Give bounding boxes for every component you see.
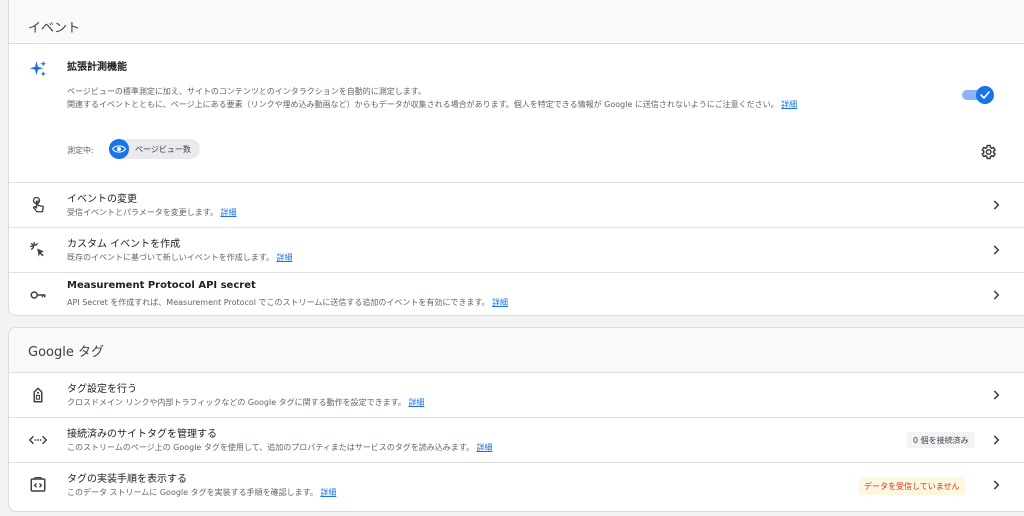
toggle-knob: [976, 86, 994, 104]
row-measurement-protocol[interactable]: Measurement Protocol API secret API Secr…: [9, 273, 1024, 315]
learn-more-link[interactable]: 詳細: [277, 253, 293, 262]
enhanced-measurement-learn-more-link[interactable]: 詳細: [781, 100, 797, 109]
row-create-custom-event[interactable]: カスタム イベントを作成 既存のイベントに基づいて新しいイベントを作成します。 …: [9, 228, 1024, 273]
row-title: タグの実装手順を表示する: [67, 474, 187, 485]
row-desc-text: 既存のイベントに基づいて新しいイベントを作成します。: [67, 253, 274, 262]
enhanced-measurement-toggle[interactable]: [962, 86, 996, 104]
tag-icon: [33, 387, 43, 403]
google-tag-section-title: Google タグ: [9, 328, 1024, 373]
row-desc-text: 受信イベントとパラメータを変更します。: [67, 208, 218, 217]
row-desc: 既存のイベントに基づいて新しいイベントを作成します。 詳細: [67, 252, 293, 263]
chevron-right-icon: [993, 390, 1000, 400]
row-title: タグ設定を行う: [67, 384, 137, 395]
enhanced-measurement-desc-2: 関連するイベントとともに、ページ上にある要素（リンクや埋め込み動画など）からもデ…: [67, 99, 797, 110]
learn-more-link[interactable]: 詳細: [408, 398, 424, 407]
chevron-right-icon: [993, 435, 1000, 445]
gear-icon[interactable]: [979, 143, 997, 161]
row-modify-events[interactable]: イベントの変更 受信イベントとパラメータを変更します。 詳細: [9, 183, 1024, 228]
row-title: イベントの変更: [67, 194, 137, 205]
events-section-title: イベント: [9, 0, 1024, 44]
eye-icon: [109, 139, 129, 159]
no-data-status-badge: データを受信していません: [859, 477, 965, 495]
row-configure-tag[interactable]: タグ設定を行う クロスドメイン リンクや内部トラフィックなどの Google タ…: [9, 373, 1024, 418]
sparkle-icon: [29, 60, 47, 77]
enhanced-measurement-title: 拡張計測機能: [67, 62, 127, 73]
key-icon: [30, 291, 46, 299]
touch-icon: [32, 196, 44, 213]
row-desc-text: クロスドメイン リンクや内部トラフィックなどの Google タグに関する動作を…: [67, 398, 406, 407]
row-desc-text: このストリームのページ上の Google タグを使用して、追加のプロパティまたは…: [67, 443, 474, 452]
click-sparkle-icon: [29, 241, 44, 257]
row-manage-connected-tags[interactable]: 接続済みのサイトタグを管理する このストリームのページ上の Google タグを…: [9, 418, 1024, 463]
enhanced-measurement-desc-2-text: 関連するイベントとともに、ページ上にある要素（リンクや埋め込み動画など）からもデ…: [67, 100, 779, 109]
row-view-tag-instructions[interactable]: タグの実装手順を表示する このデータ ストリームに Google タグを実装する…: [9, 463, 1024, 507]
learn-more-link[interactable]: 詳細: [477, 443, 493, 452]
google-tag-card: Google タグ タグ設定を行う クロスドメイン リンクや内部トラフィックなど…: [8, 327, 1024, 512]
check-icon: [980, 91, 990, 99]
events-card: イベント 拡張計測機能 ページビューの標準測定に加え、サイトのコンテンツとのイン…: [8, 0, 1024, 316]
row-desc: クロスドメイン リンクや内部トラフィックなどの Google タグに関する動作を…: [67, 397, 424, 408]
learn-more-link[interactable]: 詳細: [320, 488, 336, 497]
chip-label: ページビュー数: [135, 144, 191, 154]
row-title: Measurement Protocol API secret: [67, 280, 256, 291]
row-desc: 受信イベントとパラメータを変更します。 詳細: [67, 207, 237, 218]
chevron-right-icon: [993, 290, 1000, 300]
row-desc: このデータ ストリームに Google タグを実装する手順を確認します。 詳細: [67, 487, 336, 498]
row-desc-text: API Secret を作成すれば、Measurement Protocol で…: [67, 298, 490, 307]
row-title: カスタム イベントを作成: [67, 239, 181, 250]
chevron-right-icon: [993, 480, 1000, 490]
enhanced-measurement: 拡張計測機能 ページビューの標準測定に加え、サイトのコンテンツとのインタラクショ…: [9, 44, 1024, 183]
row-title: 接続済みのサイトタグを管理する: [67, 429, 217, 440]
row-desc-text: このデータ ストリームに Google タグを実装する手順を確認します。: [67, 488, 318, 497]
learn-more-link[interactable]: 詳細: [221, 208, 237, 217]
chevron-right-icon: [993, 245, 1000, 255]
code-box-icon: [30, 476, 46, 492]
chevron-right-icon: [993, 200, 1000, 210]
measuring-label: 測定中:: [67, 146, 94, 155]
enhanced-measurement-desc-1: ページビューの標準測定に加え、サイトのコンテンツとのインタラクションを自動的に測…: [67, 87, 426, 96]
page-views-chip[interactable]: ページビュー数: [109, 139, 200, 159]
row-desc: このストリームのページ上の Google タグを使用して、追加のプロパティまたは…: [67, 442, 493, 453]
connected-count-badge: 0 個を接続済み: [907, 432, 975, 448]
row-desc: API Secret を作成すれば、Measurement Protocol で…: [67, 297, 508, 308]
learn-more-link[interactable]: 詳細: [492, 298, 508, 307]
code-arrows-icon: [29, 435, 47, 445]
